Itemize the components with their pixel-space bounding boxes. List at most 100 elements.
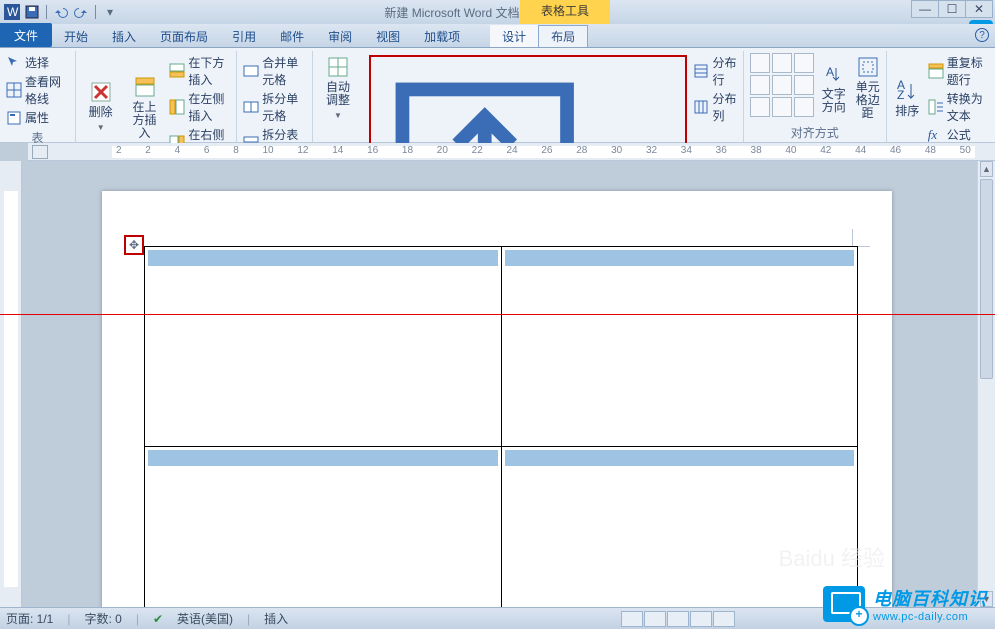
quick-access-toolbar: W ▾	[0, 4, 118, 20]
window-controls: — ☐ ✕	[912, 0, 993, 18]
title-bar: W ▾ 新建 Microsoft Word 文档 - Microsoft Wor…	[0, 0, 995, 24]
tab-page-layout[interactable]: 页面布局	[148, 25, 220, 47]
undo-icon[interactable]	[53, 4, 69, 20]
tab-view[interactable]: 视图	[364, 25, 412, 47]
merge-cells-button[interactable]: 合并单元格	[243, 53, 306, 89]
table-cell[interactable]	[501, 247, 858, 447]
watermark-text: 电脑百科知识 www.pc-daily.com	[873, 585, 987, 623]
svg-text:Z: Z	[897, 88, 904, 102]
ruler-corner[interactable]	[32, 145, 48, 159]
horizontal-ruler[interactable]: 2246810121416182022242628303234363840424…	[28, 143, 995, 161]
page[interactable]: ✥	[102, 191, 892, 607]
table-row[interactable]	[145, 447, 858, 608]
table-cell[interactable]	[501, 447, 858, 608]
view-outline[interactable]	[690, 611, 712, 627]
redo-icon[interactable]	[73, 4, 89, 20]
tab-insert[interactable]: 插入	[100, 25, 148, 47]
minimize-ribbon-icon[interactable]: ㅤ	[954, 28, 965, 45]
alignment-grid	[750, 53, 814, 122]
insert-below-button[interactable]: 在下方插入	[169, 53, 230, 89]
tab-table-layout[interactable]: 布局	[538, 25, 588, 47]
status-mode[interactable]: 插入	[264, 610, 288, 627]
view-full-screen[interactable]	[644, 611, 666, 627]
maximize-button[interactable]: ☐	[938, 0, 966, 18]
status-word-count[interactable]: 字数: 0	[84, 610, 121, 627]
autofit-button[interactable]: 自动调整▼	[319, 53, 357, 124]
group-table: 选择 查看网格线 属性 表	[0, 51, 76, 142]
cell-margins-button[interactable]: 单元格边距	[854, 53, 882, 122]
view-buttons	[621, 611, 735, 627]
repeat-header-button[interactable]: 重复标题行	[928, 53, 989, 89]
view-print-layout[interactable]	[621, 611, 643, 627]
align-middle-center[interactable]	[772, 75, 792, 95]
help-area: ㅤ ?	[954, 28, 989, 45]
selection-highlight	[148, 450, 498, 466]
group-merge: 合并单元格 拆分单元格 拆分表格 合并	[237, 51, 313, 142]
margin-indicator	[852, 229, 870, 247]
selection-highlight	[148, 250, 498, 266]
split-cells-button[interactable]: 拆分单元格	[243, 89, 306, 125]
status-page[interactable]: 页面: 1/1	[6, 610, 53, 627]
tab-references[interactable]: 引用	[220, 25, 268, 47]
insert-left-button[interactable]: 在左侧插入	[169, 89, 230, 125]
save-icon[interactable]	[24, 4, 40, 20]
svg-text:W: W	[7, 5, 19, 19]
vertical-scrollbar[interactable]: ▲ ▼	[977, 161, 995, 607]
align-top-right[interactable]	[794, 53, 814, 73]
text-direction-button[interactable]: A 文字方向	[820, 53, 848, 122]
close-button[interactable]: ✕	[965, 0, 993, 18]
align-middle-left[interactable]	[750, 75, 770, 95]
selection-highlight	[505, 250, 855, 266]
tab-addins[interactable]: 加载项	[412, 25, 472, 47]
align-bottom-right[interactable]	[794, 97, 814, 117]
align-bottom-left[interactable]	[750, 97, 770, 117]
tab-review[interactable]: 审阅	[316, 25, 364, 47]
qat-customize-icon[interactable]: ▾	[102, 4, 118, 20]
baidu-watermark: Baidu 经验	[779, 541, 885, 573]
watermark-icon	[823, 586, 865, 622]
qat-separator-2	[95, 5, 96, 19]
table-row[interactable]	[145, 247, 858, 447]
sort-button[interactable]: AZ 排序	[893, 53, 922, 144]
convert-to-text-button[interactable]: 转换为文本	[928, 89, 989, 125]
selection-highlight	[505, 450, 855, 466]
tab-table-design[interactable]: 设计	[490, 25, 538, 47]
ribbon-tabs: 文件 开始 插入 页面布局 引用 邮件 审阅 视图 加载项 设计 布局 ㅤ ?	[0, 24, 995, 48]
help-icon[interactable]: ?	[975, 28, 989, 42]
status-language[interactable]: 英语(美国)	[177, 610, 233, 627]
ruler-ticks: 2246810121416182022242628303234363840424…	[116, 145, 971, 159]
qat-separator	[46, 5, 47, 19]
file-tab[interactable]: 文件	[0, 23, 52, 47]
proofing-icon[interactable]: ✔	[153, 612, 163, 626]
select-button[interactable]: 选择	[6, 53, 69, 72]
view-web-layout[interactable]	[667, 611, 689, 627]
annotation-line	[0, 314, 995, 315]
table-move-handle[interactable]: ✥	[124, 235, 144, 255]
distribute-rows-button[interactable]: 分布行	[693, 53, 736, 89]
vertical-ruler[interactable]	[0, 161, 22, 607]
tab-mailings[interactable]: 邮件	[268, 25, 316, 47]
table-cell[interactable]	[145, 247, 502, 447]
align-middle-right[interactable]	[794, 75, 814, 95]
group-autofit: 自动调整▼	[313, 51, 363, 142]
window-title: 新建 Microsoft Word 文档 - Microsoft Word	[0, 4, 995, 21]
formula-button[interactable]: fx公式	[928, 125, 989, 144]
scroll-thumb[interactable]	[980, 179, 993, 379]
align-top-left[interactable]	[750, 53, 770, 73]
distribute-cols-button[interactable]: 分布列	[693, 89, 736, 125]
group-cell-size: ▲▼ ▲▼ 分布行 分布列 单元格大小	[363, 51, 744, 142]
group-label-alignment: 对齐方式	[750, 122, 880, 143]
table-cell[interactable]	[145, 447, 502, 608]
view-draft[interactable]	[713, 611, 735, 627]
scroll-up-button[interactable]: ▲	[980, 161, 993, 177]
site-watermark: 电脑百科知识 www.pc-daily.com	[823, 585, 987, 623]
minimize-button[interactable]: —	[911, 0, 939, 18]
align-top-center[interactable]	[772, 53, 792, 73]
ribbon: 选择 查看网格线 属性 表 删除▼ 在上方插入 在下方插入 在左侧插入 在右侧插…	[0, 48, 995, 143]
document-table[interactable]	[144, 246, 858, 607]
tab-home[interactable]: 开始	[52, 25, 100, 47]
word-app-icon[interactable]: W	[4, 4, 20, 20]
properties-button[interactable]: 属性	[6, 108, 69, 127]
align-bottom-center[interactable]	[772, 97, 792, 117]
view-gridlines-button[interactable]: 查看网格线	[6, 72, 69, 108]
